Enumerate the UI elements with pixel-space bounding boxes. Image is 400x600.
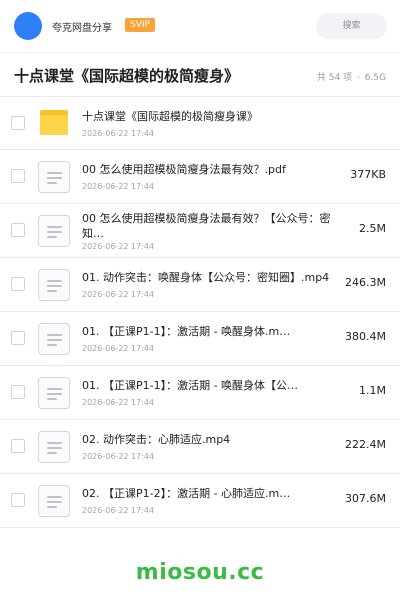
checkbox[interactable] [11, 169, 25, 183]
list-item[interactable]: 02. 【正课P1-2】：激活期 - 心肺适应.m… 2026-06-22 17… [0, 474, 400, 528]
checkbox[interactable] [11, 116, 25, 130]
avatar[interactable] [14, 12, 42, 40]
search-button[interactable]: 搜索 [316, 13, 387, 39]
file-size: 1.1M [359, 384, 386, 397]
file-size: 246.3M [345, 276, 386, 289]
item-count: 共 54 项 [316, 73, 353, 83]
document-icon [38, 431, 70, 463]
list-item[interactable]: 00 怎么使用超模极简瘦身法最有效？【公众号：密知… 2026-06-22 17… [0, 204, 400, 258]
checkbox[interactable] [11, 493, 25, 507]
file-date: 2026-06-22 17:44 [82, 344, 155, 353]
document-icon [38, 215, 70, 247]
site-name: 夸克网盘分享 [52, 23, 112, 34]
list-item[interactable]: 01. 【正课P1-1】：激活期 - 唤醒身体.m… 2026-06-22 17… [0, 312, 400, 366]
file-name[interactable]: 02. 【正课P1-2】：激活期 - 心肺适应.m… [82, 487, 338, 501]
file-list: 十点课堂《国际超模的极简瘦身课》 2026-06-22 17:44 00 怎么使… [0, 96, 400, 528]
file-size: 2.5M [359, 222, 386, 235]
file-name[interactable]: 01. 动作突击：唤醒身体【公众号：密知圈】.mp4 [82, 271, 338, 285]
file-date: 2026-06-22 17:44 [82, 242, 155, 251]
list-item[interactable]: 02. 动作突击：心肺适应.mp4 2026-06-22 17:44 222.4… [0, 420, 400, 474]
file-date: 2026-06-22 17:44 [82, 398, 155, 407]
file-size: 307.6M [345, 492, 386, 505]
list-item[interactable]: 十点课堂《国际超模的极简瘦身课》 2026-06-22 17:44 [0, 96, 400, 150]
document-icon [38, 323, 70, 355]
watermark: miosou.cc [135, 560, 265, 585]
document-icon [38, 161, 70, 193]
file-date: 2026-06-22 17:44 [82, 506, 155, 515]
document-icon [38, 377, 70, 409]
document-icon [38, 485, 70, 517]
file-size: 222.4M [345, 438, 386, 451]
folder-header: 十点课堂《国际超模的极简瘦身》 共 54 项 · 6.5G [0, 52, 400, 96]
meta-separator: · [356, 73, 360, 83]
list-item[interactable]: 01. 动作突击：唤醒身体【公众号：密知圈】.mp4 2026-06-22 17… [0, 258, 400, 312]
top-bar: 夸克网盘分享 SVIP 搜索 [0, 0, 400, 52]
file-date: 2026-06-22 17:44 [82, 129, 155, 138]
total-size: 6.5G [364, 73, 386, 83]
checkbox[interactable] [11, 277, 25, 291]
list-item[interactable]: 01. 【正课P1-1】：激活期 - 唤醒身体【公… 2026-06-22 17… [0, 366, 400, 420]
checkbox[interactable] [11, 439, 25, 453]
file-name[interactable]: 00 怎么使用超模极简瘦身法最有效？.pdf [82, 163, 338, 177]
file-name[interactable]: 01. 【正课P1-1】：激活期 - 唤醒身体【公… [82, 379, 338, 393]
file-date: 2026-06-22 17:44 [82, 452, 155, 461]
folder-meta: 共 54 项 · 6.5G [315, 70, 386, 83]
checkbox[interactable] [11, 331, 25, 345]
list-item[interactable]: 00 怎么使用超模极简瘦身法最有效？.pdf 2026-06-22 17:44 … [0, 150, 400, 204]
svip-badge: SVIP [125, 18, 155, 32]
folder-icon [40, 108, 68, 136]
file-size: 377KB [350, 168, 386, 181]
checkbox[interactable] [11, 223, 25, 237]
file-size: 380.4M [345, 330, 386, 343]
file-name[interactable]: 00 怎么使用超模极简瘦身法最有效？【公众号：密知… [82, 211, 338, 241]
document-icon [38, 269, 70, 301]
file-date: 2026-06-22 17:44 [82, 290, 155, 299]
file-name[interactable]: 01. 【正课P1-1】：激活期 - 唤醒身体.m… [82, 325, 338, 339]
checkbox[interactable] [11, 385, 25, 399]
file-name[interactable]: 02. 动作突击：心肺适应.mp4 [82, 433, 338, 447]
file-name[interactable]: 十点课堂《国际超模的极简瘦身课》 [82, 110, 338, 124]
file-date: 2026-06-22 17:44 [82, 182, 155, 191]
page-title: 十点课堂《国际超模的极简瘦身》 [14, 67, 240, 85]
